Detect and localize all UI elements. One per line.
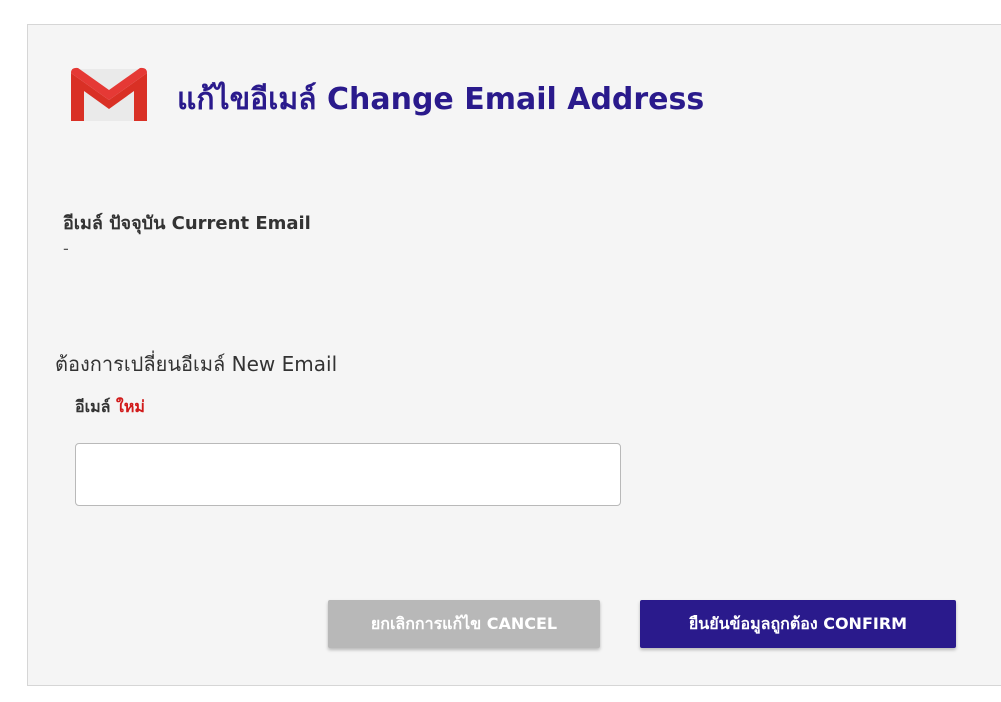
new-email-label-required: ใหม่ xyxy=(116,397,145,416)
new-email-section-title: ต้องการเปลี่ยนอีเมล์ New Email xyxy=(55,352,338,376)
cancel-button[interactable]: ยกเลิกการแก้ไข CANCEL xyxy=(328,600,600,648)
page-header: แก้ไขอีเมล์ Change Email Address xyxy=(68,63,704,127)
new-email-input[interactable] xyxy=(75,443,621,506)
page-title: แก้ไขอีเมล์ Change Email Address xyxy=(177,81,705,117)
current-email-value: - xyxy=(63,239,69,258)
change-email-panel: แก้ไขอีเมล์ Change Email Address อีเมล์ … xyxy=(27,24,1001,686)
new-email-label-text: อีเมล์ xyxy=(75,397,111,416)
current-email-label: อีเมล์ ปัจจุบัน Current Email xyxy=(63,213,311,234)
confirm-button[interactable]: ยืนยันข้อมูลถูกต้อง CONFIRM xyxy=(640,600,956,648)
gmail-icon xyxy=(71,67,147,121)
new-email-field-label: อีเมล์ ใหม่ xyxy=(75,395,145,420)
